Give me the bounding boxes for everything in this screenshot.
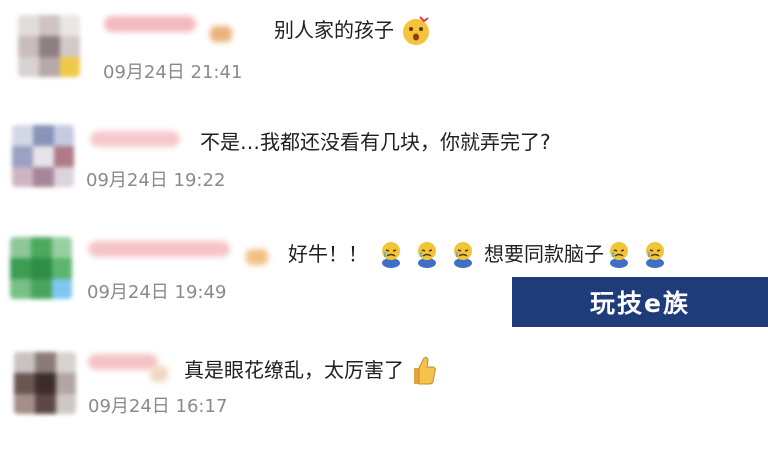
comment-text: 别人家的孩子 [274, 14, 432, 46]
comment-item: 不是…我都还没看有几块，你就弄完了? 09月24日 19:22 [0, 113, 768, 223]
username[interactable] [104, 16, 196, 32]
user-badge [210, 26, 232, 42]
comment-timestamp: 09月24日 19:49 [87, 282, 227, 303]
thumbs-up-emoji-icon [408, 354, 436, 386]
comment-item: 别人家的孩子 09月24日 21:41 [0, 0, 768, 110]
avatar[interactable] [18, 15, 80, 77]
avatar[interactable] [10, 237, 72, 299]
comment-text-content: 别人家的孩子 [274, 18, 394, 42]
comment-item: 真是眼花缭乱，太厉害了 09月24日 16:17 [0, 340, 768, 450]
comment-timestamp: 09月24日 19:22 [86, 170, 226, 191]
watermark-banner: 玩技e族 [512, 277, 768, 327]
username[interactable] [88, 241, 230, 257]
avatar[interactable] [12, 125, 74, 187]
comment-text-part1: 好牛！！ [288, 242, 368, 266]
crying-emoji-icon [450, 239, 476, 269]
comment-text: 不是…我都还没看有几块，你就弄完了? [200, 128, 551, 156]
username[interactable] [88, 354, 158, 370]
user-badge [150, 366, 168, 382]
username[interactable] [90, 131, 180, 147]
comment-text-content: 不是…我都还没看有几块，你就弄完了? [200, 130, 551, 154]
avatar[interactable] [14, 352, 76, 414]
crying-emoji-icon [606, 239, 632, 269]
comment-text-content: 真是眼花缭乱，太厉害了 [184, 358, 404, 382]
comment-text: 好牛！！ 想要同款脑子 [288, 239, 668, 269]
comment-text-part2: 想要同款脑子 [484, 242, 604, 266]
comment-text: 真是眼花缭乱，太厉害了 [184, 354, 436, 386]
surprised-emoji-icon [400, 14, 432, 46]
crying-emoji-icon [642, 239, 668, 269]
crying-emoji-icon [414, 239, 440, 269]
crying-emoji-icon [378, 239, 404, 269]
comment-timestamp: 09月24日 21:41 [103, 62, 243, 83]
comment-timestamp: 09月24日 16:17 [88, 396, 228, 417]
user-badge [246, 249, 268, 265]
watermark-text: 玩技e族 [590, 289, 690, 318]
